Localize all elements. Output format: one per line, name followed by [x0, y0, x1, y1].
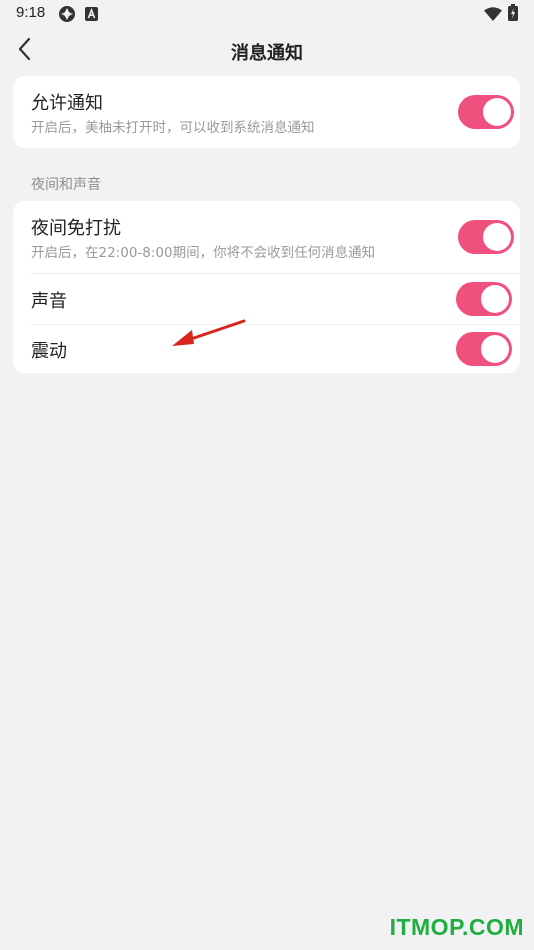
wifi-icon	[484, 6, 502, 25]
allow-notification-title: 允许通知	[31, 93, 103, 114]
aperture-icon	[58, 5, 76, 27]
allow-notification-toggle[interactable]	[458, 95, 514, 129]
allow-notification-row: 允许通知 开启后，美柚未打开时，可以收到系统消息通知	[13, 76, 520, 148]
notification-settings-screen: 9:18 消息通知 允许通知 开启后，美柚未打开时，可以收到系统消息通知 夜间和…	[0, 0, 534, 950]
sound-title: 声音	[31, 291, 67, 312]
toggle-knob	[481, 335, 509, 363]
a-notification-icon	[85, 6, 98, 25]
status-time: 9:18	[16, 4, 46, 21]
vibration-title: 震动	[31, 341, 67, 362]
sound-row: 声音	[13, 274, 520, 324]
allow-notification-description: 开启后，美柚未打开时，可以收到系统消息通知	[31, 120, 315, 136]
do-not-disturb-description: 开启后，在22:00-8:00期间，你将不会收到任何消息通知	[31, 245, 376, 261]
vibration-toggle[interactable]	[456, 332, 512, 366]
night-sound-card: 夜间免打扰 开启后，在22:00-8:00期间，你将不会收到任何消息通知 声音 …	[13, 201, 520, 373]
do-not-disturb-row: 夜间免打扰 开启后，在22:00-8:00期间，你将不会收到任何消息通知	[13, 201, 520, 273]
watermark: ITMOP.COM	[389, 914, 524, 940]
header: 消息通知	[0, 30, 534, 72]
toggle-knob	[483, 223, 511, 251]
do-not-disturb-title: 夜间免打扰	[31, 218, 121, 239]
vibration-row: 震动	[13, 325, 520, 373]
toggle-knob	[483, 98, 511, 126]
battery-icon	[508, 4, 518, 25]
section-label-night-sound: 夜间和声音	[31, 177, 101, 193]
do-not-disturb-toggle[interactable]	[458, 220, 514, 254]
annotation-arrow-icon	[172, 319, 246, 346]
page-title: 消息通知	[231, 43, 303, 64]
status-bar: 9:18	[0, 0, 534, 28]
toggle-knob	[481, 285, 509, 313]
sound-toggle[interactable]	[456, 282, 512, 316]
allow-notification-card: 允许通知 开启后，美柚未打开时，可以收到系统消息通知	[13, 76, 520, 148]
